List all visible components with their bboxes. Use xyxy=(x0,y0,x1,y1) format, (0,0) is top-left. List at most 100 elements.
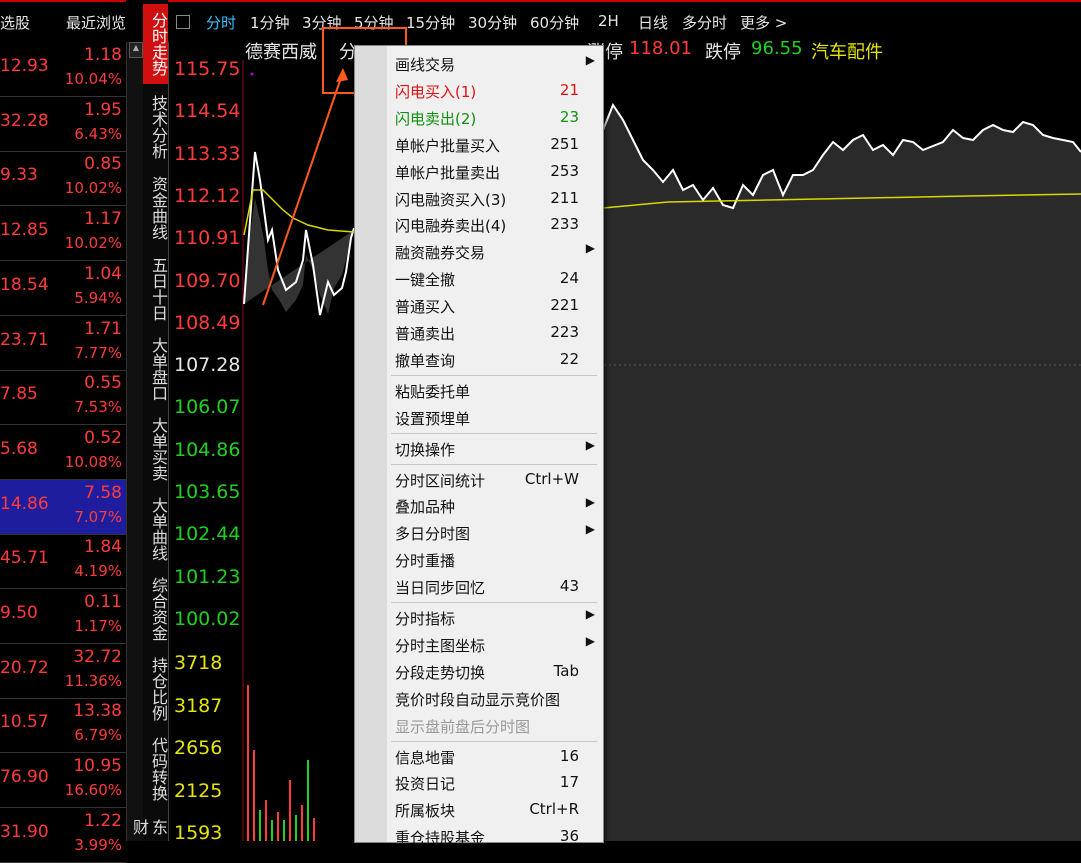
vtab-6[interactable]: 大单买卖 xyxy=(143,410,168,488)
watchlist-row[interactable]: 5.68 0.52 10.08% xyxy=(0,425,126,480)
period-tab-5[interactable]: 15分钟 xyxy=(406,12,455,33)
price-tick-label: 109.70 xyxy=(174,269,241,292)
row-change: 7.58 xyxy=(84,482,122,503)
watchlist-row[interactable]: 45.71 1.84 4.19% xyxy=(0,534,126,590)
menu-item[interactable]: 单帐户批量卖出 253 xyxy=(395,158,595,184)
watchlist-row[interactable]: 20.72 32.72 11.36% xyxy=(0,644,126,699)
period-tab-2[interactable]: 1分钟 xyxy=(250,12,290,33)
period-tab-11[interactable]: 更多 > xyxy=(740,12,787,33)
menu-item[interactable]: 设置预埋单 xyxy=(395,404,595,430)
volume-tick-label: 3718 xyxy=(174,652,223,674)
intraday-chart[interactable]: 115.75 114.54 113.33 112.12 110.91 109.70 108.… xyxy=(168,58,1081,845)
menu-item: 显示盘前盘后分时图 xyxy=(395,712,595,738)
menu-item[interactable]: 分时区间统计 Ctrl+W xyxy=(395,466,595,492)
watchlist-row[interactable]: 23.71 1.71 7.77% xyxy=(0,316,126,371)
period-tab-7[interactable]: 60分钟 xyxy=(530,12,579,33)
vtab-7[interactable]: 大单曲线 xyxy=(143,490,168,568)
menu-item-label: 闪电融资买入(3) xyxy=(395,190,507,209)
menu-item-label: 信息地雷 xyxy=(395,748,456,767)
menu-item-shortcut: Ctrl+W xyxy=(524,469,579,488)
vtab-4[interactable]: 五日十日 xyxy=(143,250,168,328)
menu-item[interactable]: 闪电融资买入(3) 211 xyxy=(395,185,595,211)
row-change: 0.55 xyxy=(84,373,122,394)
vtab-9[interactable]: 持仓比例 xyxy=(143,650,168,728)
row-price: 12.93 xyxy=(0,56,49,76)
period-tab-10[interactable]: 多分时 xyxy=(682,12,727,33)
menu-item[interactable]: 竞价时段自动显示竞价图 xyxy=(395,685,595,711)
row-percent: 7.07% xyxy=(74,507,122,526)
vtab-11[interactable]: 东财 xyxy=(130,812,168,842)
menu-item-label: 投资日记 xyxy=(395,775,456,794)
submenu-arrow-icon: ▶ xyxy=(585,633,595,648)
watchlist-row[interactable]: 9.33 0.85 10.02% xyxy=(0,151,126,207)
menu-item[interactable]: 一键全撤 24 xyxy=(395,265,595,291)
price-area-right xyxy=(603,105,1081,841)
vtab-5[interactable]: 大单盘口 xyxy=(143,330,168,408)
menu-item[interactable]: 撤单查询 22 xyxy=(395,346,595,372)
period-tab-9[interactable]: 日线 xyxy=(638,12,668,33)
menu-item[interactable]: 融资融券交易 ▶ xyxy=(395,238,595,264)
watchlist-row[interactable]: 14.86 7.58 7.07% xyxy=(0,479,126,535)
menu-item[interactable]: 画线交易 ▶ xyxy=(395,50,595,76)
period-tab-8[interactable]: 2H xyxy=(598,12,619,30)
limit-up-value: 118.01 xyxy=(629,38,692,59)
watchlist-row[interactable]: 31.90 1.22 3.99% xyxy=(0,808,126,863)
menu-item[interactable]: 分时指标 ▶ xyxy=(395,604,595,630)
menu-item[interactable]: 投资日记 17 xyxy=(395,769,595,795)
menu-item-label: 分段走势切换 xyxy=(395,663,486,682)
volume-tick-label: 2125 xyxy=(174,779,223,802)
menu-item[interactable]: 分时重播 xyxy=(395,546,595,572)
menu-item[interactable]: 多日分时图 ▶ xyxy=(395,519,595,545)
price-tick-label: 114.54 xyxy=(174,100,241,123)
menu-item[interactable]: 信息地雷 16 xyxy=(395,743,595,769)
menu-item[interactable]: 叠加品种 ▶ xyxy=(395,492,595,518)
watchlist-row[interactable]: 32.28 1.95 6.43% xyxy=(0,97,126,152)
submenu-arrow-icon: ▶ xyxy=(585,437,595,452)
menu-item[interactable]: 重仓持股基金 36 xyxy=(395,823,595,849)
menu-item[interactable]: 分时主图坐标 ▶ xyxy=(395,631,595,657)
watchlist-row[interactable]: 9.50 0.11 1.17% xyxy=(0,589,126,644)
period-tab-6[interactable]: 30分钟 xyxy=(468,12,517,33)
menu-item[interactable]: 闪电买入(1) 21 xyxy=(395,77,595,103)
watchlist-row[interactable]: 12.85 1.17 10.02% xyxy=(0,206,126,262)
menu-item[interactable]: 单帐户批量买入 251 xyxy=(395,131,595,157)
menu-item-label: 分时重播 xyxy=(395,552,456,571)
menu-separator xyxy=(391,602,597,603)
window-toggle-icon[interactable] xyxy=(176,15,190,29)
menu-separator xyxy=(391,463,597,465)
scroll-up-icon[interactable]: ▲ xyxy=(129,42,143,58)
watchlist-scrollbar[interactable]: ▲ xyxy=(126,42,143,841)
menu-item[interactable]: 所属板块 Ctrl+R xyxy=(395,796,595,822)
watchlist-row[interactable]: 7.85 0.55 7.53% xyxy=(0,370,126,426)
menu-item-label: 切换操作 xyxy=(395,440,456,459)
menu-item[interactable]: 分段走势切换 Tab xyxy=(395,658,595,684)
row-percent: 6.43% xyxy=(74,124,122,143)
watchlist-row[interactable]: 12.93 1.18 10.04% xyxy=(0,42,126,97)
vertical-tab-bar: 分时走势技术分析 资金曲线 五日十日 大单盘口 大单买卖 大单曲线 综合资金 持仓比例 代码转换… xyxy=(130,0,169,842)
volume-tick-label: 1593 xyxy=(174,822,223,845)
menu-item[interactable]: 普通买入 221 xyxy=(395,292,595,318)
menu-item[interactable]: 当日同步回忆 43 xyxy=(395,573,595,599)
menu-item[interactable]: 切换操作 ▶ xyxy=(395,435,595,461)
row-price: 18.54 xyxy=(0,274,49,295)
vtab-2[interactable]: 技术分析 xyxy=(143,88,168,166)
header-recent-browse[interactable]: 最近浏览 xyxy=(66,12,126,33)
vtab-8[interactable]: 综合资金 xyxy=(143,570,168,648)
watchlist-row[interactable]: 10.57 13.38 6.79% xyxy=(0,698,126,754)
menu-item[interactable]: 闪电卖出(2) 23 xyxy=(395,104,595,130)
row-price: 20.72 xyxy=(0,657,49,678)
watchlist-row[interactable]: 18.54 1.04 5.94% xyxy=(0,261,126,316)
period-tab-1[interactable]: 分时 xyxy=(206,12,236,33)
price-tick-label: 112.12 xyxy=(174,184,241,207)
vtab-10[interactable]: 代码转换 xyxy=(143,730,168,808)
vtab-1[interactable]: 分时走势 xyxy=(143,4,168,84)
vtab-3[interactable]: 资金曲线 xyxy=(143,168,168,248)
row-change: 1.95 xyxy=(84,99,122,120)
header-stock-select[interactable]: 选股 xyxy=(0,12,30,33)
menu-item[interactable]: 普通卖出 223 xyxy=(395,319,595,345)
menu-item[interactable]: 闪电融券卖出(4) 233 xyxy=(395,211,595,237)
watchlist-row[interactable]: 76.90 10.95 16.60% xyxy=(0,753,126,809)
menu-item[interactable]: 粘贴委托单 xyxy=(395,377,595,403)
menu-item-shortcut: 233 xyxy=(550,215,579,234)
menu-item-label: 竞价时段自动显示竞价图 xyxy=(395,690,561,709)
